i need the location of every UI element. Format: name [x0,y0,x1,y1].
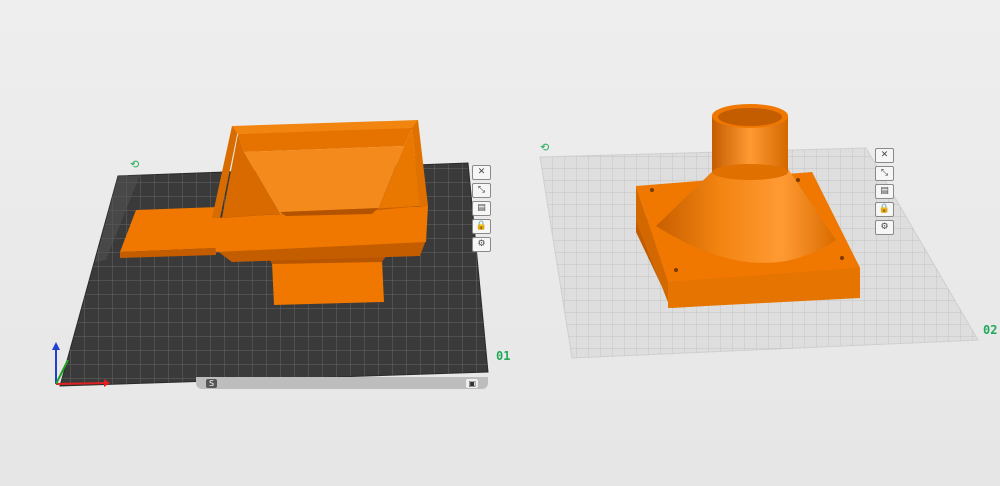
arrange-icon[interactable]: ⤡ [472,183,491,198]
settings-icon[interactable]: ⚙ [472,237,491,252]
orient-icon[interactable]: ▤ [472,201,491,216]
plate-02-toolbar: ✕ ⤡ ▤ 🔒 ⚙ [875,148,894,235]
plate-02-label[interactable]: 02 [983,323,997,337]
plate-02-auto-orient-icon[interactable]: ⟲ [540,141,549,154]
orient-icon[interactable]: ▤ [875,184,894,199]
settings-icon[interactable]: ⚙ [875,220,894,235]
3d-viewport[interactable]: ⟲ 01 ✕ ⤡ ▤ 🔒 ⚙ S ▣ ⟲ 02 ✕ ⤡ ▤ 🔒 ⚙ [0,0,1000,486]
lock-icon[interactable]: 🔒 [472,219,491,234]
lock-icon[interactable]: 🔒 [875,202,894,217]
scene-canvas[interactable] [0,0,1000,486]
arrange-icon[interactable]: ⤡ [875,166,894,181]
plate-type-badge: S [206,378,218,388]
close-icon[interactable]: ✕ [875,148,894,163]
plate-settings-icon[interactable]: ▣ [466,378,478,388]
plate-01-toolbar: ✕ ⤡ ▤ 🔒 ⚙ [472,165,491,252]
plate-01-label[interactable]: 01 [496,349,510,363]
plate-01-bottom-strip: S ▣ [196,377,488,389]
model-funnel[interactable] [636,104,860,308]
close-icon[interactable]: ✕ [472,165,491,180]
plate-01-auto-orient-icon[interactable]: ⟲ [130,158,139,171]
